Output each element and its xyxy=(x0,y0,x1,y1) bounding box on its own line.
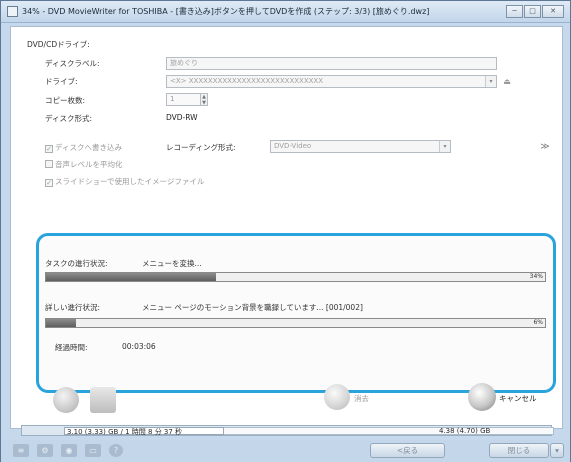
write-to-disc-checkbox[interactable]: ✓ ディスクへ書き込み xyxy=(45,142,122,153)
chevron-down-icon[interactable]: ▾ xyxy=(439,141,450,152)
detail-progress-bar: 6% xyxy=(45,318,546,328)
erase-disc-icon[interactable] xyxy=(324,384,350,410)
task-progress-caption: タスクの進行状況: xyxy=(45,259,108,268)
help-icon[interactable]: ? xyxy=(109,444,123,457)
copies-stepper[interactable]: 1 ▲ ▼ xyxy=(166,93,208,106)
list-icon[interactable]: ≡ xyxy=(13,444,29,457)
disc-label-input[interactable]: 旅めぐり xyxy=(166,57,497,70)
window-title: 34% - DVD MovieWriter for TOSHIBA - [書き込… xyxy=(22,7,430,16)
app-icon xyxy=(7,6,18,17)
minimize-button[interactable]: ─ xyxy=(506,5,523,18)
drive-select-value: <X> XXXXXXXXXXXXXXXXXXXXXXXXXXXX xyxy=(170,77,324,85)
chevron-down-icon[interactable]: ▾ xyxy=(485,76,496,87)
capacity-text: 4.38 (4.70) GB xyxy=(439,427,491,435)
recording-format-value: DVD-Video xyxy=(274,142,312,150)
close-wizard-button[interactable]: 閉じる xyxy=(489,443,549,458)
back-button[interactable]: <戻る xyxy=(370,443,445,458)
detail-progress-fill xyxy=(46,319,76,327)
task-progress-fill xyxy=(46,273,216,281)
cancel-button-label[interactable]: キャンセル xyxy=(499,393,537,404)
recording-format-caption: レコーディング形式: xyxy=(166,143,236,152)
detail-progress-caption: 詳しい進行状況: xyxy=(45,303,101,312)
eject-icon[interactable]: ⏏ xyxy=(501,75,513,88)
disc-label-caption: ディスクラベル: xyxy=(45,59,100,68)
preview-icon[interactable]: ▭ xyxy=(85,444,101,457)
used-space-text: 3.10 (3.33) GB / 1 時間 8 分 37 秒 xyxy=(67,428,183,436)
task-progress-text: メニューを変換... xyxy=(142,259,202,268)
disc-format-caption: ディスク形式: xyxy=(45,114,93,123)
slideshow-images-checkbox[interactable]: ✓ スライドショーで使用したイメージファイル xyxy=(45,176,204,187)
elapsed-time-value: 00:03:06 xyxy=(122,342,156,351)
disc-template-icon[interactable] xyxy=(90,387,116,413)
copies-value: 1 xyxy=(170,95,175,103)
stepper-down-icon[interactable]: ▼ xyxy=(201,100,207,106)
main-panel: DVD/CDドライブ: ディスクラベル: 旅めぐり ドライブ: <X> XXXX… xyxy=(10,26,563,429)
title-bar: 34% - DVD MovieWriter for TOSHIBA - [書き込… xyxy=(1,1,570,23)
settings-icon[interactable]: ⚙ xyxy=(37,444,53,457)
normalize-audio-checkbox[interactable]: 音声レベルを平均化 xyxy=(45,159,123,170)
recording-format-select[interactable]: DVD-Video ▾ xyxy=(270,140,451,153)
close-button[interactable]: ✕ xyxy=(542,5,564,18)
maximize-button[interactable]: □ xyxy=(524,5,541,18)
disc-info-icon[interactable] xyxy=(53,387,79,413)
drive-caption: ドライブ: xyxy=(45,77,78,86)
bottom-toolbar: ≡ ⚙ ◉ ▭ ? <戻る 閉じる ▾ xyxy=(1,440,570,462)
detail-progress-text: メニュー ページのモーション背景を職録しています... [001/002] xyxy=(142,303,363,312)
slideshow-images-label: スライドショーで使用したイメージファイル xyxy=(55,177,205,186)
task-progress-percent: 34% xyxy=(529,273,543,280)
disc-tool-icon[interactable]: ◉ xyxy=(61,444,77,457)
app-window: 34% - DVD MovieWriter for TOSHIBA - [書き込… xyxy=(0,0,571,462)
task-progress-bar: 34% xyxy=(45,272,546,282)
cancel-disc-icon[interactable] xyxy=(468,383,496,411)
progress-panel: タスクの進行状況: メニューを変換... 34% 詳しい進行状況: メニュー ペ… xyxy=(36,233,556,393)
collapse-chevron-icon[interactable]: ≫ xyxy=(538,140,552,154)
erase-button-label[interactable]: 消去 xyxy=(354,393,369,404)
chevron-down-icon[interactable]: ▾ xyxy=(550,443,564,458)
checkmark-icon: ✓ xyxy=(45,179,53,187)
write-to-disc-label: ディスクへ書き込み xyxy=(55,143,122,152)
drive-section-heading: DVD/CDドライブ: xyxy=(27,40,90,49)
checkmark-icon: ✓ xyxy=(45,145,53,153)
copies-caption: コピー枚数: xyxy=(45,96,86,105)
normalize-audio-label: 音声レベルを平均化 xyxy=(55,160,123,169)
drive-select[interactable]: <X> XXXXXXXXXXXXXXXXXXXXXXXXXXXX ▾ xyxy=(166,75,497,88)
disc-format-value: DVD-RW xyxy=(166,113,198,122)
detail-progress-percent: 6% xyxy=(533,319,543,326)
elapsed-time-caption: 経過時間: xyxy=(55,343,88,352)
